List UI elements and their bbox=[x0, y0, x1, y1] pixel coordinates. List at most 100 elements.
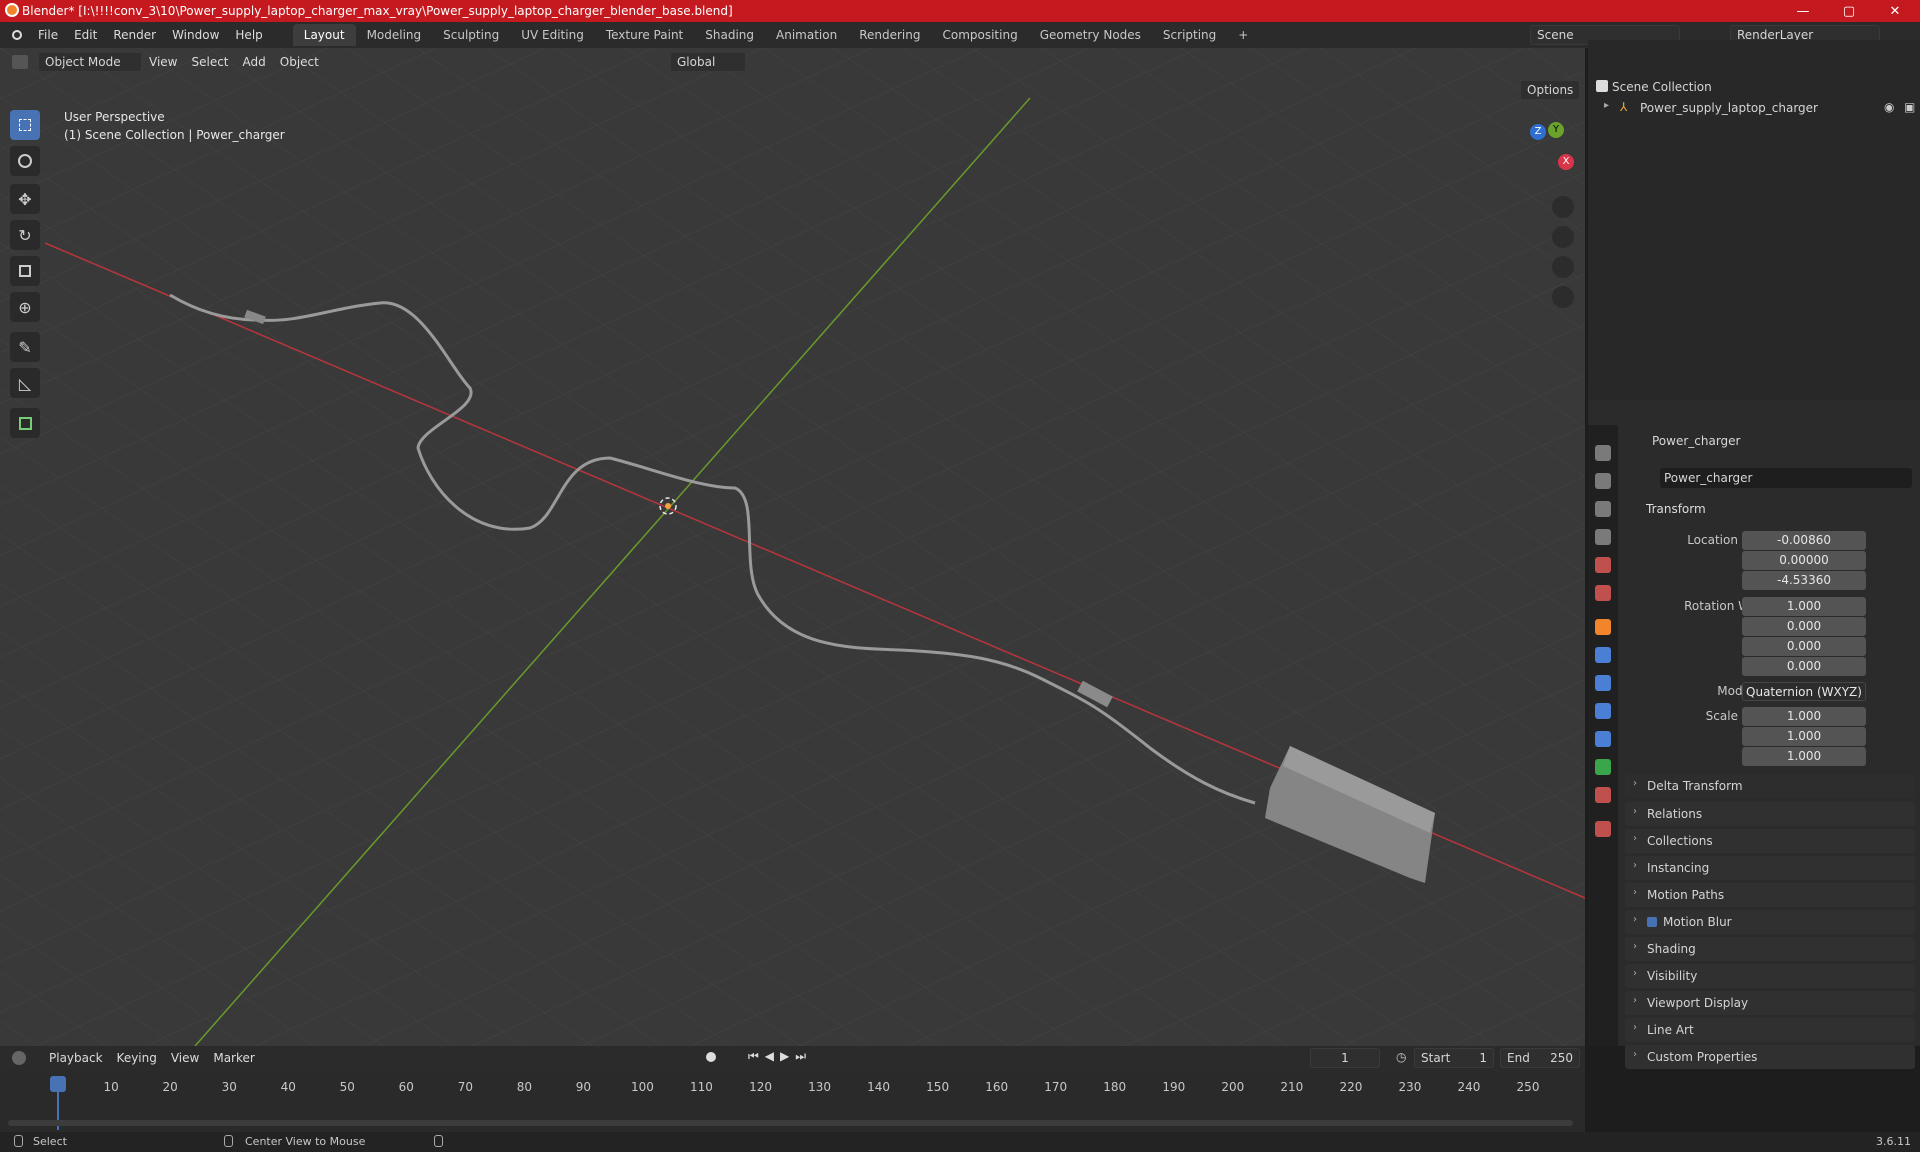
scale-x-field[interactable]: 1.000 bbox=[1742, 706, 1866, 726]
start-frame-field[interactable]: Start 1 bbox=[1414, 1048, 1494, 1068]
world-tab-icon[interactable] bbox=[1595, 585, 1611, 601]
panel-instancing[interactable]: › Instancing bbox=[1625, 856, 1915, 880]
rotation-z-field[interactable]: 0.000 bbox=[1742, 656, 1866, 676]
options-button[interactable]: Options bbox=[1520, 80, 1580, 100]
outliner-item[interactable]: ▸ ⅄ Power_supply_laptop_charger ◉ ▣ bbox=[1604, 98, 1920, 118]
rotation-x-field[interactable]: 0.000 bbox=[1742, 616, 1866, 636]
viewport-menu-view[interactable]: View bbox=[142, 55, 184, 69]
maximize-button[interactable]: ▢ bbox=[1826, 0, 1872, 22]
rotation-mode-select[interactable]: Quaternion (WXYZ) bbox=[1742, 681, 1866, 701]
render-camera-icon[interactable]: ▣ bbox=[1904, 100, 1915, 114]
particles-tab-icon[interactable] bbox=[1595, 675, 1611, 691]
current-frame-field[interactable]: 1 bbox=[1310, 1048, 1380, 1068]
record-icon[interactable] bbox=[706, 1052, 716, 1062]
location-z-field[interactable]: -4.53360 bbox=[1742, 570, 1866, 590]
panel-motion-blur[interactable]: › Motion Blur bbox=[1625, 910, 1915, 934]
visibility-eye-icon[interactable]: ◉ bbox=[1884, 100, 1894, 114]
tab-texture-paint[interactable]: Texture Paint bbox=[595, 24, 694, 46]
tab-uv-editing[interactable]: UV Editing bbox=[510, 24, 595, 46]
expand-arrow-icon[interactable]: ▸ bbox=[1604, 100, 1609, 111]
timeline-editor-icon[interactable] bbox=[12, 1051, 26, 1065]
panel-visibility[interactable]: › Visibility bbox=[1625, 964, 1915, 988]
timeline-scrollbar[interactable] bbox=[8, 1120, 1573, 1126]
tab-modeling[interactable]: Modeling bbox=[356, 24, 433, 46]
timeline-view-menu[interactable]: View bbox=[164, 1051, 206, 1065]
scale-tool[interactable] bbox=[10, 256, 40, 286]
blender-menu-icon[interactable] bbox=[12, 30, 22, 40]
add-cube-tool[interactable] bbox=[10, 408, 40, 438]
scene-tab-icon[interactable] bbox=[1595, 557, 1611, 573]
outliner-root[interactable]: Scene Collection bbox=[1612, 80, 1712, 94]
rotate-tool[interactable]: ↻ bbox=[10, 220, 40, 250]
location-y-field[interactable]: 0.00000 bbox=[1742, 550, 1866, 570]
timeline-keying-menu[interactable]: Keying bbox=[110, 1051, 164, 1065]
add-workspace-button[interactable]: + bbox=[1227, 24, 1259, 46]
editor-type-icon[interactable] bbox=[12, 55, 28, 69]
panel-motion-paths[interactable]: › Motion Paths bbox=[1625, 883, 1915, 907]
panel-line-art[interactable]: › Line Art bbox=[1625, 1018, 1915, 1042]
tab-animation[interactable]: Animation bbox=[765, 24, 848, 46]
3d-viewport[interactable] bbox=[0, 48, 1585, 1046]
panel-relations[interactable]: › Relations bbox=[1625, 802, 1915, 826]
view-layer-tab-icon[interactable] bbox=[1595, 529, 1611, 545]
menu-help[interactable]: Help bbox=[227, 28, 270, 42]
tab-rendering[interactable]: Rendering bbox=[848, 24, 931, 46]
material-tab-icon[interactable] bbox=[1595, 787, 1611, 803]
move-tool[interactable]: ✥ bbox=[10, 184, 40, 214]
panel-collections[interactable]: › Collections bbox=[1625, 829, 1915, 853]
tab-sculpting[interactable]: Sculpting bbox=[432, 24, 510, 46]
tab-shading[interactable]: Shading bbox=[694, 24, 765, 46]
viewport-menu-select[interactable]: Select bbox=[184, 55, 235, 69]
transform-orientation-selector[interactable]: Global bbox=[670, 52, 746, 72]
render-tab-icon[interactable] bbox=[1595, 473, 1611, 489]
navigation-gizmo[interactable]: Z Y X bbox=[1500, 118, 1580, 188]
object-tab-icon[interactable] bbox=[1595, 619, 1611, 635]
data-tab-icon[interactable] bbox=[1595, 759, 1611, 775]
menu-render[interactable]: Render bbox=[105, 28, 164, 42]
object-name-field[interactable]: Power_charger bbox=[1660, 468, 1912, 488]
menu-window[interactable]: Window bbox=[164, 28, 227, 42]
panel-viewport-display[interactable]: › Viewport Display bbox=[1625, 991, 1915, 1015]
viewport-menu-add[interactable]: Add bbox=[236, 55, 273, 69]
physics-tab-icon[interactable] bbox=[1595, 703, 1611, 719]
rotation-y-field[interactable]: 0.000 bbox=[1742, 636, 1866, 656]
measure-tool[interactable]: ◺ bbox=[10, 368, 40, 398]
menu-edit[interactable]: Edit bbox=[66, 28, 105, 42]
close-button[interactable]: ✕ bbox=[1872, 0, 1918, 22]
ortho-grid-icon[interactable] bbox=[1552, 286, 1574, 308]
gizmo-x[interactable]: X bbox=[1558, 154, 1574, 170]
texture-tab-icon[interactable] bbox=[1595, 821, 1611, 837]
gizmo-z[interactable]: Z bbox=[1530, 124, 1546, 140]
tab-layout[interactable]: Layout bbox=[292, 24, 356, 46]
tab-scripting[interactable]: Scripting bbox=[1152, 24, 1227, 46]
viewport-menu-object[interactable]: Object bbox=[273, 55, 326, 69]
minimize-button[interactable]: — bbox=[1780, 0, 1826, 22]
menu-file[interactable]: File bbox=[30, 28, 66, 42]
zoom-icon[interactable] bbox=[1552, 196, 1574, 218]
cursor-tool[interactable] bbox=[10, 146, 40, 176]
modifier-tab-icon[interactable] bbox=[1595, 647, 1611, 663]
rotation-w-field[interactable]: 1.000 bbox=[1742, 596, 1866, 616]
panel-shading[interactable]: › Shading bbox=[1625, 937, 1915, 961]
pan-hand-icon[interactable] bbox=[1552, 226, 1574, 248]
scale-y-field[interactable]: 1.000 bbox=[1742, 726, 1866, 746]
select-box-tool[interactable] bbox=[10, 110, 40, 140]
annotate-tool[interactable]: ✎ bbox=[10, 332, 40, 362]
timeline-marker-menu[interactable]: Marker bbox=[206, 1051, 261, 1065]
timeline-playback-menu[interactable]: Playback bbox=[42, 1051, 110, 1065]
gizmo-y[interactable]: Y bbox=[1548, 122, 1564, 138]
motion-blur-checkbox[interactable] bbox=[1647, 917, 1657, 927]
mode-selector[interactable]: Object Mode bbox=[38, 52, 142, 72]
playback-controls-icon[interactable]: ⏮◀▶⏭ bbox=[748, 1049, 812, 1064]
tab-geometry-nodes[interactable]: Geometry Nodes bbox=[1029, 24, 1152, 46]
camera-icon[interactable] bbox=[1552, 256, 1574, 278]
location-x-field[interactable]: -0.00860 bbox=[1742, 530, 1866, 550]
end-frame-field[interactable]: End 250 bbox=[1500, 1048, 1580, 1068]
playhead[interactable] bbox=[50, 1076, 66, 1092]
delta-transform-panel[interactable]: › Delta Transform bbox=[1625, 774, 1915, 798]
scale-z-field[interactable]: 1.000 bbox=[1742, 746, 1866, 766]
transform-header[interactable]: Transform bbox=[1646, 502, 1706, 516]
tab-compositing[interactable]: Compositing bbox=[931, 24, 1028, 46]
panel-custom-properties[interactable]: › Custom Properties bbox=[1625, 1045, 1915, 1069]
tool-tab-icon[interactable] bbox=[1595, 445, 1611, 461]
